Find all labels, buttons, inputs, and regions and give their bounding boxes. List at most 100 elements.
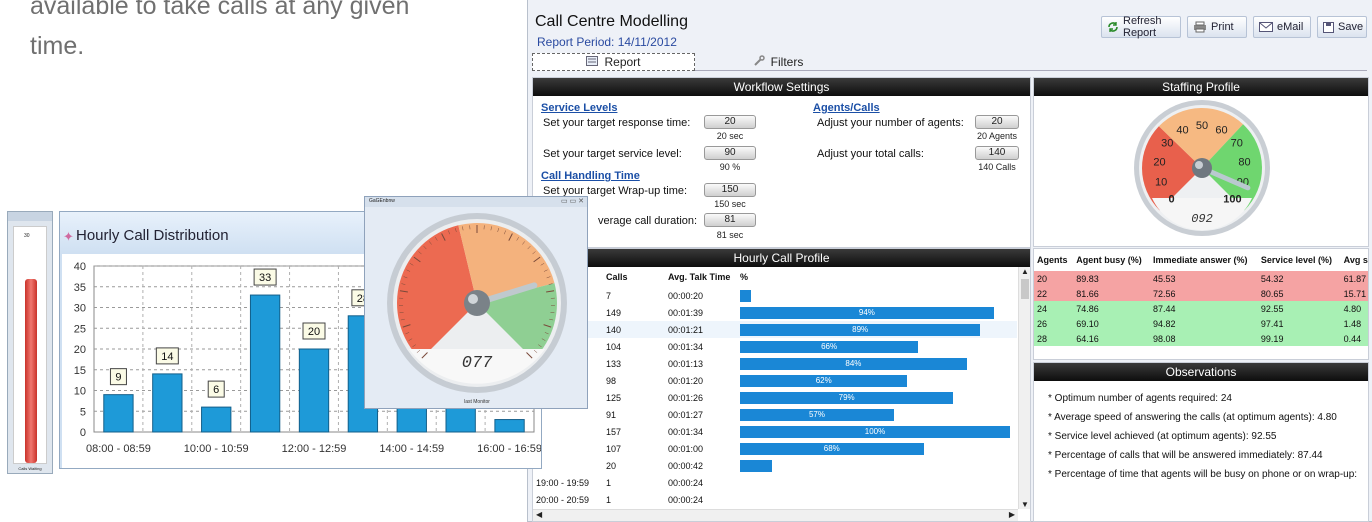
row-percent-cell: [737, 287, 1017, 304]
bar: [201, 406, 232, 433]
service-level-spinner[interactable]: 90: [704, 146, 756, 160]
table-row[interactable]: 19:00 - 19:59 1 00:00:24: [533, 474, 1017, 491]
gauge-tick-label: 30: [1161, 138, 1173, 150]
service-levels-heading: Service Levels: [541, 102, 618, 114]
percent-bar: [740, 289, 751, 302]
scroll-right-icon[interactable]: ▶: [1009, 510, 1015, 519]
table-row[interactable]: 20 00:00:42: [533, 457, 1017, 474]
tab-bar: Report Filters: [532, 53, 1367, 71]
y-tick-label: 40: [74, 261, 86, 273]
staffing-cell-agents: 24: [1037, 303, 1048, 314]
tab-filters[interactable]: Filters: [698, 53, 858, 71]
print-label: Print: [1211, 21, 1234, 33]
staffing-gauge: 010203040 50 60708090100 092: [1134, 100, 1270, 236]
tab-report[interactable]: Report: [532, 53, 695, 71]
avg-duration-spinner[interactable]: 81: [704, 213, 756, 227]
calls-waiting-window: 30 Calls Waiting: [7, 211, 53, 474]
table-row[interactable]: 157 00:01:34 100%: [533, 423, 1017, 440]
email-button[interactable]: eMail: [1253, 16, 1311, 38]
col-immediate-answer: Immediate answer (%): [1149, 249, 1258, 271]
row-talk-time: 00:01:21: [668, 324, 704, 335]
row-talk-time: 00:00:24: [668, 477, 704, 488]
col-avg-speed: Avg sp: [1340, 249, 1368, 271]
staffing-row[interactable]: 26 69.10 94.82 97.41 1.48: [1034, 316, 1368, 331]
bar: [249, 294, 281, 433]
thermo-bottom-label: Calls Waiting: [18, 466, 42, 471]
x-tick-label: 12:00 - 12:59: [282, 443, 347, 455]
save-button[interactable]: Save: [1317, 16, 1367, 38]
gauge-tick-label: 20: [1153, 156, 1165, 168]
gauge-window: GaGEnbnw ▭ ▭ ✕ 077 last Monitor: [364, 196, 588, 409]
staffing-cell-service: 97.41: [1260, 318, 1284, 329]
scrollbar-thumb[interactable]: [1021, 279, 1029, 299]
wrap-up-spinner[interactable]: 150: [704, 183, 756, 197]
row-talk-time: 00:00:20: [668, 290, 704, 301]
observations-title: Observations: [1034, 363, 1368, 381]
agents-calls-heading: Agents/Calls: [813, 102, 880, 114]
chart-app-icon: ✦: [63, 229, 74, 244]
row-calls: 149: [606, 307, 622, 318]
staffing-row[interactable]: 28 64.16 98.08 99.19 0.44: [1034, 331, 1368, 346]
refresh-report-button[interactable]: Refresh Report: [1101, 15, 1181, 39]
gauge-tick-label: 70: [1231, 138, 1243, 150]
y-tick-label: 35: [74, 282, 86, 294]
col-agents: Agents: [1034, 249, 1074, 271]
table-row[interactable]: 149 00:01:39 94%: [533, 304, 1017, 321]
calls-spinner[interactable]: 140: [975, 146, 1019, 160]
wrap-up-sub: 150 sec: [714, 199, 746, 209]
table-row[interactable]: 20:00 - 20:59 1 00:00:24: [533, 491, 1017, 508]
data-label: 20: [308, 326, 320, 338]
bar: [298, 348, 330, 433]
vertical-scrollbar[interactable]: ▲ ▼: [1018, 267, 1030, 509]
row-percent-cell: 89%: [737, 321, 1017, 338]
table-row[interactable]: 98 00:01:20 62%: [533, 372, 1017, 389]
printer-icon: [1193, 21, 1207, 33]
window-controls-icon[interactable]: ▭ ▭ ✕: [561, 197, 584, 205]
hourly-call-profile-title: Hourly Call Profile: [533, 249, 1030, 267]
col-talk-time: Avg. Talk Time: [668, 272, 731, 282]
agents-sub: 20 Agents: [976, 131, 1018, 141]
table-row[interactable]: 7 00:00:20: [533, 287, 1017, 304]
table-row[interactable]: 107 00:01:00 68%: [533, 440, 1017, 457]
table-row[interactable]: 104 00:01:34 66%: [533, 338, 1017, 355]
row-calls: 1: [606, 494, 612, 505]
staffing-cell-agents: 28: [1037, 333, 1048, 344]
row-talk-time: 00:00:42: [668, 460, 704, 471]
monitor-gauge-readout: 077: [462, 354, 493, 373]
y-tick-label: 10: [74, 386, 86, 398]
table-row[interactable]: 125 00:01:26 79%: [533, 389, 1017, 406]
gauge-tick-label: 100: [1223, 193, 1241, 205]
staffing-cell-service: 92.55: [1260, 303, 1284, 314]
col-agent-busy: Agent busy (%): [1073, 249, 1150, 271]
col-percent: %: [740, 272, 749, 282]
percent-bar: 66%: [740, 340, 919, 353]
staffing-row[interactable]: 22 81.66 72.56 80.65 15.71: [1034, 286, 1368, 301]
x-tick-label: 16:00 - 16:59: [477, 443, 541, 455]
workflow-settings-panel: Workflow Settings Service Levels Set you…: [532, 77, 1031, 248]
observation-item: * Service level achieved (at optimum age…: [1048, 431, 1277, 442]
row-calls: 157: [606, 426, 622, 437]
scroll-down-icon[interactable]: ▼: [1021, 500, 1029, 509]
row-talk-time: 00:01:00: [668, 443, 704, 454]
print-button[interactable]: Print: [1187, 16, 1247, 38]
target-response-spinner[interactable]: 20: [704, 115, 756, 129]
staffing-cell-busy: 74.86: [1076, 303, 1099, 314]
staffing-cell-busy: 89.83: [1076, 273, 1099, 284]
row-calls: 98: [606, 375, 617, 386]
refresh-icon: [1107, 21, 1119, 33]
table-row[interactable]: 133 00:01:13 84%: [533, 355, 1017, 372]
scroll-left-icon[interactable]: ◀: [536, 510, 542, 519]
horizontal-scrollbar[interactable]: ◀ ▶: [533, 509, 1018, 521]
table-row[interactable]: 91 00:01:27 57%: [533, 406, 1017, 423]
row-calls: 7: [606, 290, 612, 301]
row-time: 19:00 - 19:59: [536, 477, 590, 488]
row-time: [533, 440, 603, 457]
observation-item: * Optimum number of agents required: 24: [1048, 393, 1232, 404]
agents-spinner[interactable]: 20: [975, 115, 1019, 129]
call-handling-heading: Call Handling Time: [541, 170, 640, 182]
staffing-row[interactable]: 24 74.86 87.44 92.55 4.80: [1034, 301, 1368, 316]
agents-label: Adjust your number of agents:: [817, 117, 964, 129]
staffing-row[interactable]: 20 89.83 45.53 54.32 61.87: [1034, 271, 1368, 286]
table-row[interactable]: 140 00:01:21 89%: [533, 321, 1017, 338]
scroll-up-icon[interactable]: ▲: [1021, 267, 1029, 276]
